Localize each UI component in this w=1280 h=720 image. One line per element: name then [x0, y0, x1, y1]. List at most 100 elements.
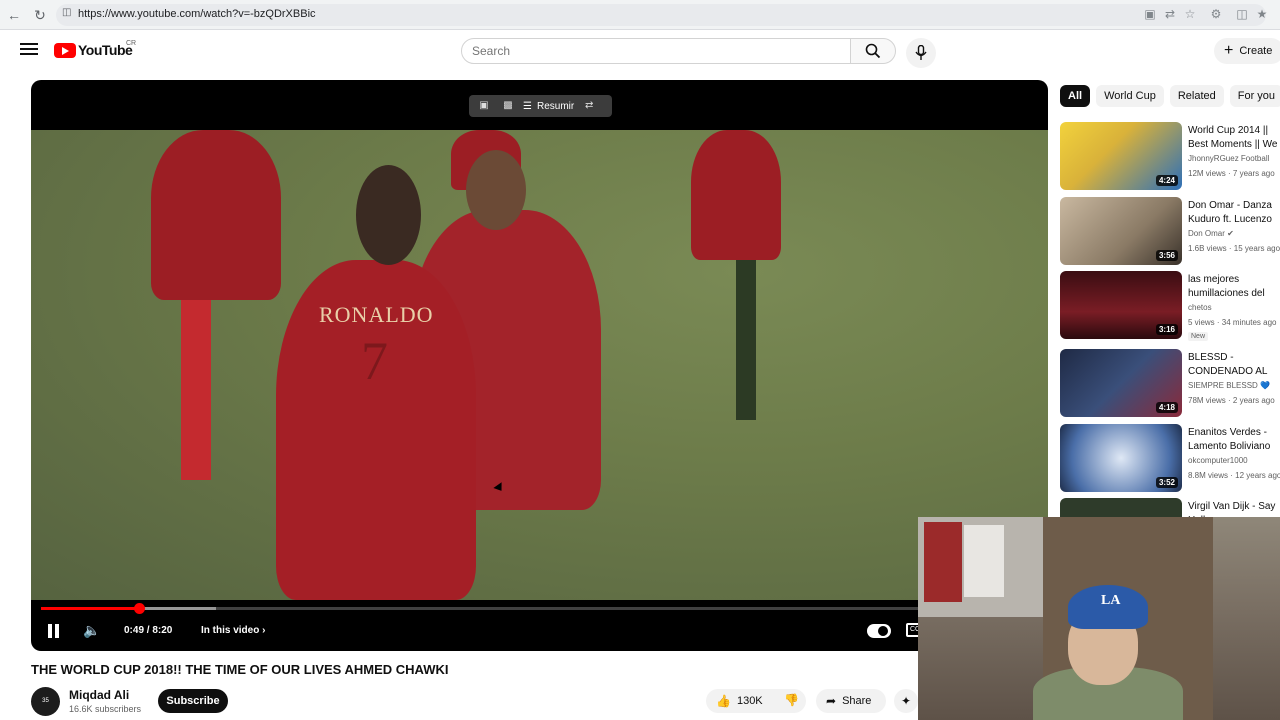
ask-sparkle-button[interactable]: ✦	[894, 689, 918, 713]
webcam-white-shirt	[964, 525, 1004, 597]
footballer-left	[151, 130, 281, 300]
install-icon[interactable]: ▣	[1142, 7, 1158, 23]
recommendation-meta: 78M views · 2 years ago	[1188, 396, 1275, 405]
recommendation-title[interactable]: Enanitos Verdes - Lamento Boliviano	[1188, 426, 1280, 454]
recommendation-title[interactable]: World Cup 2014 || Best Moments || We Are…	[1188, 124, 1280, 152]
jersey-name-text: RONALDO	[319, 302, 434, 327]
recommendation-item[interactable]: 3:16 las mejores humillaciones del fútbo…	[1060, 271, 1280, 341]
extension-icon-2[interactable]: ◫	[1234, 7, 1250, 23]
search-input[interactable]	[472, 44, 832, 58]
share-arrow-icon: ➦	[826, 694, 837, 708]
share-button[interactable]: ➦ Share	[816, 689, 886, 713]
in-this-video-button[interactable]: In this video ›	[201, 625, 265, 636]
recommendation-item[interactable]: 4:18 BLESSD - CONDENADO AL ÉXITO II 💙😍 (…	[1060, 349, 1280, 419]
pause-button[interactable]	[47, 624, 61, 638]
webcam-overlay: LA	[918, 517, 1280, 720]
recommendation-channel[interactable]: SIEMPRE BLESSD 💙	[1188, 381, 1270, 390]
recommendation-channel[interactable]: okcomputer1000	[1188, 456, 1248, 465]
recommendation-thumbnail[interactable]: 3:52	[1060, 424, 1182, 492]
dislike-button[interactable]: 👎	[784, 693, 799, 707]
verified-icon: ✔	[1227, 229, 1234, 238]
recommendation-title[interactable]: BLESSD - CONDENADO AL ÉXITO II 💙😍 (VIDEO…	[1188, 351, 1280, 379]
site-info-icon[interactable]: ◫	[62, 7, 71, 18]
recommendation-title[interactable]: Don Omar - Danza Kuduro ft. Lucenzo	[1188, 199, 1280, 227]
browser-toolbar: ← ↻ ◫ https://www.youtube.com/watch?v=-b…	[0, 0, 1280, 30]
recommendation-thumbnail[interactable]	[1060, 498, 1182, 517]
screenshot-icon[interactable]: ▩	[499, 95, 517, 117]
url-text[interactable]: https://www.youtube.com/watch?v=-bzQDrXB…	[78, 8, 316, 20]
duration-badge: 3:56	[1155, 250, 1178, 261]
video-frame[interactable]: RONALDO 7	[31, 130, 1048, 600]
chip-world-cup[interactable]: World Cup	[1096, 85, 1164, 107]
youtube-logo[interactable]: YouTube	[54, 42, 133, 58]
recommendation-thumbnail[interactable]: 3:16	[1060, 271, 1182, 339]
recommendation-channel[interactable]: JhonnyRGuez Football	[1188, 154, 1269, 163]
chip-for-you[interactable]: For you	[1229, 85, 1280, 107]
recommendation-meta: 12M views · 7 years ago	[1188, 169, 1275, 178]
channel-name[interactable]: Miqdad Ali	[69, 688, 129, 702]
search-icon	[865, 43, 881, 59]
recommendation-thumbnail[interactable]: 4:18	[1060, 349, 1182, 417]
footballer-right-leg	[736, 260, 756, 420]
summarize-button[interactable]: ☰ Resumir	[523, 101, 574, 112]
recommendation-item[interactable]: Virgil Van Dijk - Say Hello	[1060, 498, 1280, 517]
new-badge: New	[1188, 332, 1209, 341]
channel-name: Don Omar	[1188, 229, 1225, 238]
progress-played	[41, 607, 139, 610]
recommendation-item[interactable]: 4:24 World Cup 2014 || Best Moments || W…	[1060, 122, 1280, 192]
country-code: CR	[126, 40, 137, 47]
youtube-header: YouTube CR + Create	[0, 30, 1280, 70]
translate-icon[interactable]: ⇄	[580, 95, 598, 117]
player-controls: 🔈 0:49 / 8:20 In this video › CC	[31, 616, 1048, 646]
like-button[interactable]: 👍 130K	[716, 694, 763, 708]
webcam-red-shirt	[924, 522, 962, 602]
recommendation-thumbnail[interactable]: 4:24	[1060, 122, 1182, 190]
channel-avatar[interactable]: 35	[31, 687, 60, 716]
create-button[interactable]: + Create	[1214, 38, 1280, 64]
like-dislike-group: 👍 130K 👎	[706, 689, 806, 713]
recommendation-title[interactable]: Virgil Van Dijk - Say Hello	[1188, 500, 1280, 517]
recommendation-title[interactable]: las mejores humillaciones del fútbol	[1188, 273, 1280, 301]
voice-search-button[interactable]	[906, 38, 936, 68]
volume-icon[interactable]: 🔈	[83, 622, 100, 639]
like-count: 130K	[736, 695, 763, 707]
address-bar[interactable]: ◫ https://www.youtube.com/watch?v=-bzQDr…	[56, 4, 1267, 26]
recommendation-thumbnail[interactable]: 3:56	[1060, 197, 1182, 265]
in-this-video-label: In this video	[201, 625, 260, 636]
autoplay-toggle[interactable]	[867, 624, 891, 638]
back-icon[interactable]: ←	[6, 7, 22, 23]
recommendation-item[interactable]: 3:56 Don Omar - Danza Kuduro ft. Lucenzo…	[1060, 197, 1280, 267]
search-box[interactable]	[461, 38, 851, 64]
youtube-logo-text: YouTube	[78, 42, 133, 58]
duration-badge: 3:52	[1155, 477, 1178, 488]
microphone-icon	[915, 45, 927, 60]
translate-icon[interactable]: ⇄	[1162, 7, 1178, 23]
time-display: 0:49 / 8:20	[124, 625, 173, 636]
video-player[interactable]: RONALDO 7 ▣ ▩ ☰ Resumir ⇄ 🔈 0:49 / 8:20 …	[31, 80, 1048, 651]
create-label: Create	[1239, 45, 1273, 57]
menu-icon[interactable]	[20, 40, 38, 58]
chip-related[interactable]: Related	[1169, 85, 1224, 107]
bookmark-star-icon[interactable]: ☆	[1182, 7, 1198, 23]
recommendation-meta: 5 views · 34 minutes ago	[1188, 318, 1277, 327]
extensions-icon[interactable]: ⚙	[1208, 7, 1224, 23]
reload-icon[interactable]: ↻	[32, 7, 48, 23]
pip-icon[interactable]: ▣	[475, 95, 493, 117]
footballer-right	[691, 130, 781, 260]
recommendation-channel[interactable]: chetos	[1188, 303, 1212, 312]
footballer-left-leg	[181, 300, 211, 480]
footballer-ronaldo-head	[356, 165, 421, 265]
progress-scrubber[interactable]	[133, 603, 145, 614]
recommendation-channel[interactable]: Don Omar ✔	[1188, 229, 1234, 238]
subscribe-button[interactable]: Subscribe	[158, 689, 228, 713]
recommendation-item[interactable]: 3:52 Enanitos Verdes - Lamento Boliviano…	[1060, 424, 1280, 494]
chevron-right-icon: ›	[262, 625, 266, 636]
pause-icon-bar-right	[55, 624, 59, 638]
recommendation-meta: 8.8M views · 12 years ago	[1188, 471, 1280, 480]
favorites-icon[interactable]: ★	[1254, 7, 1270, 23]
chip-all[interactable]: All	[1060, 85, 1091, 107]
progress-bar[interactable]	[41, 603, 1038, 614]
cap-logo: LA	[1101, 593, 1121, 608]
search-button[interactable]	[850, 38, 896, 64]
youtube-play-icon	[54, 42, 76, 58]
